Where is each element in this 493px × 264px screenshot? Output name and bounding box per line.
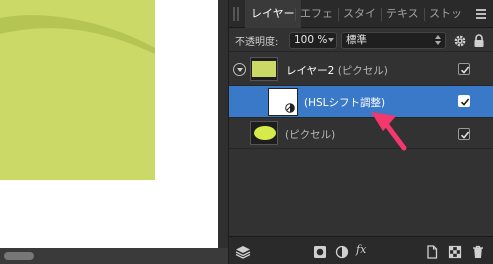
- annotation-arrow-icon: [371, 112, 407, 151]
- app-window: レイヤー エフェ スタイ テキス ストッ 不透明度: 100 % 標準 レイヤー…: [0, 0, 493, 264]
